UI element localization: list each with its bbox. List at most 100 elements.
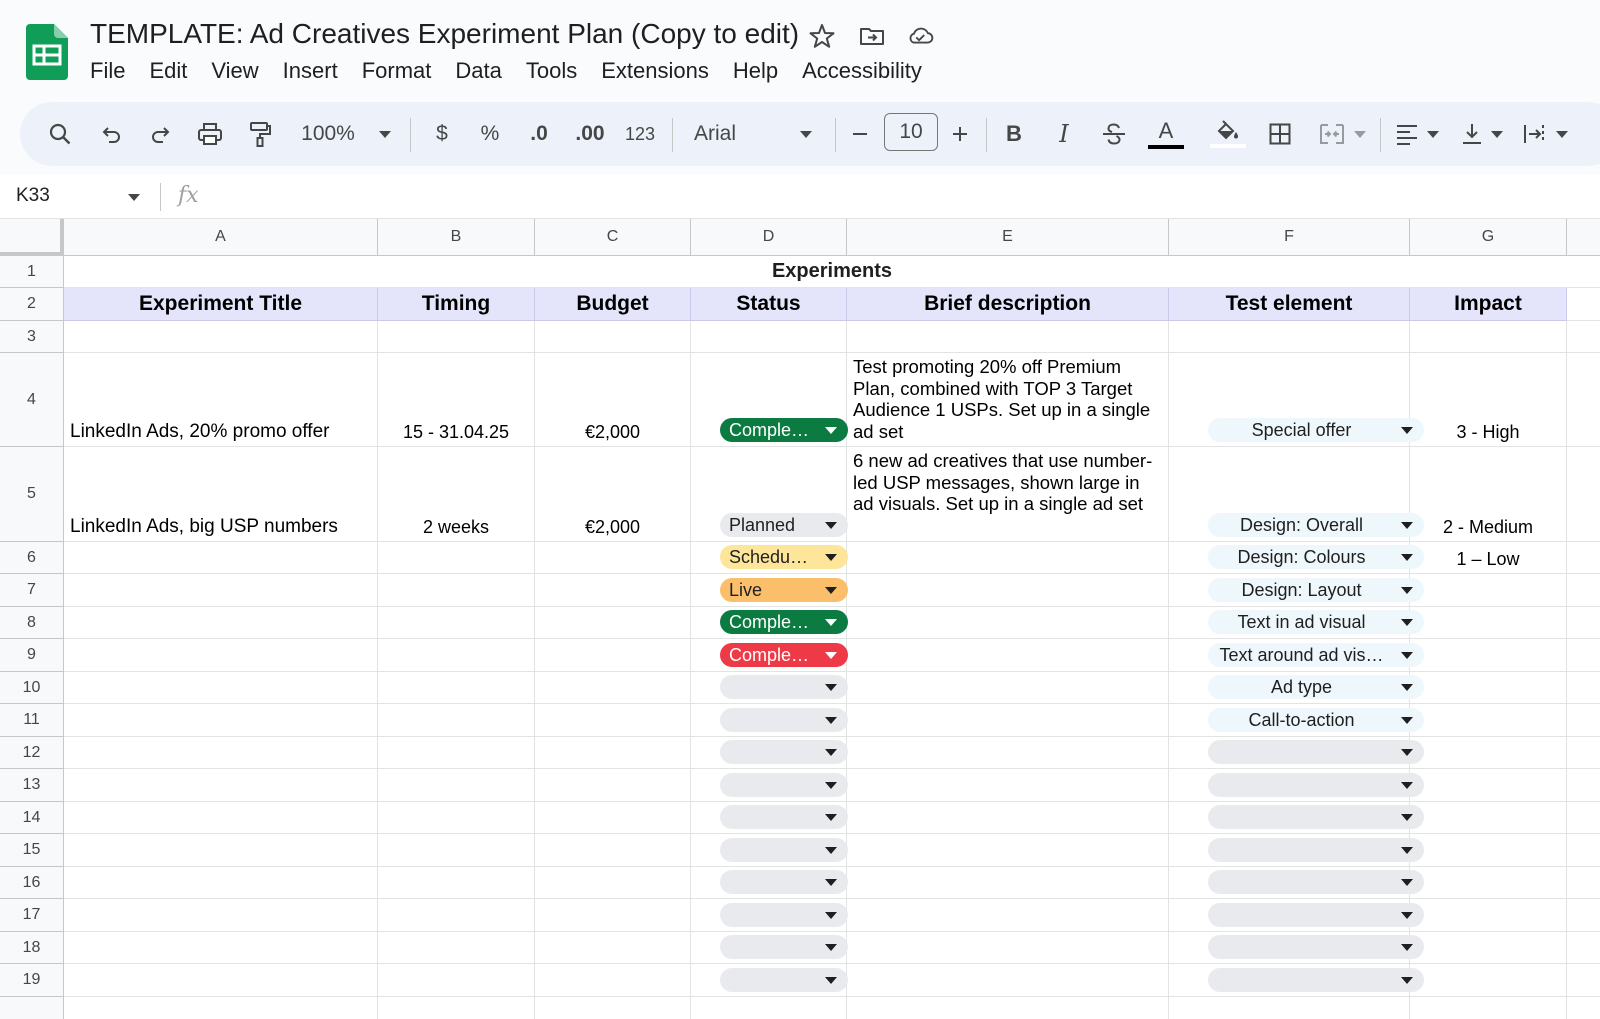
- grid-cell[interactable]: [847, 737, 1169, 769]
- grid-cell[interactable]: [847, 834, 1169, 867]
- grid-cell[interactable]: [1567, 737, 1600, 769]
- menu-data[interactable]: Data: [443, 56, 513, 88]
- decrease-font-size-button[interactable]: [842, 114, 878, 154]
- grid-cell[interactable]: [1410, 802, 1567, 834]
- test-element-dropdown-chip[interactable]: [1208, 773, 1424, 797]
- vertical-align-select[interactable]: [1456, 114, 1508, 154]
- row-header[interactable]: 16: [0, 867, 64, 899]
- status-dropdown-chip[interactable]: [720, 935, 848, 959]
- text-color-button[interactable]: A: [1146, 114, 1186, 154]
- row-header[interactable]: 15: [0, 834, 64, 867]
- text-wrapping-select[interactable]: [1520, 114, 1570, 154]
- row-header[interactable]: 3: [0, 321, 64, 353]
- impact-cell[interactable]: 3 - High: [1410, 353, 1567, 447]
- grid-cell[interactable]: [1567, 769, 1600, 802]
- grid-cell[interactable]: [1567, 704, 1600, 737]
- grid-cell[interactable]: [535, 834, 691, 867]
- grid-cell[interactable]: [535, 607, 691, 639]
- header-cell-budget[interactable]: Budget: [535, 288, 691, 321]
- grid-cell[interactable]: [64, 867, 378, 899]
- grid-cell[interactable]: [847, 542, 1169, 574]
- test-element-dropdown-chip[interactable]: [1208, 935, 1424, 959]
- test-element-dropdown-chip[interactable]: Special offer: [1208, 418, 1424, 442]
- impact-cell[interactable]: 1 – Low: [1410, 542, 1567, 574]
- status-dropdown-chip[interactable]: [720, 838, 848, 862]
- fill-color-button[interactable]: [1208, 114, 1248, 154]
- paint-format-button[interactable]: [242, 114, 278, 154]
- column-header-h[interactable]: [1567, 219, 1600, 256]
- grid-cell[interactable]: [1567, 639, 1600, 672]
- grid-cell[interactable]: [378, 964, 535, 997]
- menu-accessibility[interactable]: Accessibility: [790, 56, 934, 88]
- grid-cell[interactable]: [535, 574, 691, 607]
- grid-cell[interactable]: [535, 867, 691, 899]
- column-header-a[interactable]: A: [64, 219, 378, 256]
- status-dropdown-chip[interactable]: [720, 740, 848, 764]
- grid-cell[interactable]: [1567, 997, 1600, 1019]
- column-header-g[interactable]: G: [1410, 219, 1567, 256]
- row-header[interactable]: 10: [0, 672, 64, 704]
- grid-cell[interactable]: [64, 672, 378, 704]
- grid-cell[interactable]: [378, 769, 535, 802]
- grid-cell[interactable]: [1169, 997, 1410, 1019]
- test-element-dropdown-chip[interactable]: Text in ad visual: [1208, 610, 1424, 634]
- status-dropdown-chip[interactable]: [720, 708, 848, 732]
- grid-cell[interactable]: [64, 964, 378, 997]
- grid-cell[interactable]: [847, 769, 1169, 802]
- grid-cell[interactable]: [1567, 607, 1600, 639]
- grid-cell[interactable]: [535, 672, 691, 704]
- grid-cell[interactable]: [1410, 704, 1567, 737]
- grid-cell[interactable]: [378, 802, 535, 834]
- grid-cell[interactable]: [64, 321, 378, 353]
- status-dropdown-chip[interactable]: [720, 675, 848, 699]
- test-element-dropdown-chip[interactable]: [1208, 740, 1424, 764]
- search-menus-button[interactable]: [42, 114, 78, 154]
- grid-cell[interactable]: [1567, 964, 1600, 997]
- timing-cell[interactable]: 15 - 31.04.25: [378, 353, 535, 447]
- grid-cell[interactable]: [1410, 964, 1567, 997]
- header-cell-impact[interactable]: Impact: [1410, 288, 1567, 321]
- header-cell-brief-description[interactable]: Brief description: [847, 288, 1169, 321]
- test-element-dropdown-chip[interactable]: Design: Layout: [1208, 578, 1424, 602]
- row-header[interactable]: 7: [0, 574, 64, 607]
- menu-insert[interactable]: Insert: [271, 56, 350, 88]
- menu-view[interactable]: View: [199, 56, 270, 88]
- grid-cell[interactable]: [1410, 607, 1567, 639]
- grid-cell[interactable]: [535, 932, 691, 964]
- more-formats-button[interactable]: 123: [620, 114, 660, 154]
- grid-cell[interactable]: [378, 834, 535, 867]
- grid-cell[interactable]: [847, 672, 1169, 704]
- grid-cell[interactable]: [847, 964, 1169, 997]
- row-header[interactable]: 18: [0, 932, 64, 964]
- row-header[interactable]: 4: [0, 353, 64, 447]
- status-dropdown-chip[interactable]: Comple…: [720, 418, 848, 442]
- grid-cell[interactable]: [1410, 769, 1567, 802]
- percent-format-button[interactable]: %: [472, 114, 508, 154]
- grid-cell[interactable]: [847, 607, 1169, 639]
- grid-cell[interactable]: [1410, 639, 1567, 672]
- zoom-select[interactable]: 100%: [294, 114, 398, 154]
- grid-cell[interactable]: [847, 704, 1169, 737]
- star-icon[interactable]: [808, 22, 836, 50]
- test-element-dropdown-chip[interactable]: [1208, 968, 1424, 992]
- test-element-dropdown-chip[interactable]: Design: Colours: [1208, 545, 1424, 569]
- grid-cell[interactable]: [64, 899, 378, 932]
- status-dropdown-chip[interactable]: Schedu…: [720, 545, 848, 569]
- grid-cell[interactable]: [1410, 737, 1567, 769]
- merge-cells-button[interactable]: [1312, 114, 1372, 154]
- increase-decimal-button[interactable]: .00: [570, 114, 610, 154]
- column-header-c[interactable]: C: [535, 219, 691, 256]
- grid-cell[interactable]: [1567, 447, 1600, 542]
- decrease-decimal-button[interactable]: .0: [520, 114, 558, 154]
- description-cell[interactable]: 6 new ad creatives that use number-led U…: [847, 447, 1169, 542]
- grid-cell[interactable]: [535, 639, 691, 672]
- header-cell-status[interactable]: Status: [691, 288, 847, 321]
- font-family-select[interactable]: Arial: [686, 114, 820, 154]
- italic-button[interactable]: I: [1046, 114, 1082, 154]
- grid-cell[interactable]: [847, 899, 1169, 932]
- grid-cell[interactable]: [1567, 867, 1600, 899]
- grid-cell[interactable]: [847, 997, 1169, 1019]
- experiment-title-cell[interactable]: LinkedIn Ads, 20% promo offer: [64, 353, 378, 447]
- grid-cell[interactable]: [1410, 867, 1567, 899]
- grid-cell[interactable]: [535, 704, 691, 737]
